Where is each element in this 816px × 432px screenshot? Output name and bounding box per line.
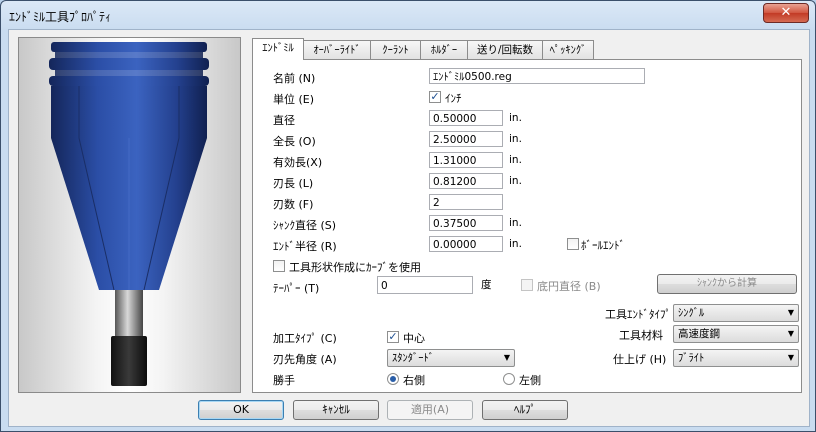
flute-length-label: 刃長 (L) [273,177,314,190]
shank-diameter-label: ｼｬﾝｸ直径 (S) [273,219,337,232]
window-title: ｴﾝﾄﾞﾐﾙ工具ﾌﾟﾛﾊﾟﾃｨ [9,10,112,24]
tab-feeds-speeds[interactable]: 送り/回転数 [467,40,543,59]
tool-preview [18,37,241,393]
endmill-illustration [49,42,209,386]
end-radius-unit: in. [509,238,522,250]
right-hand-label: 右側 [403,374,425,387]
end-type-select[interactable]: ｼﾝｸﾞﾙ ▼ [673,304,799,322]
name-input[interactable]: ｴﾝﾄﾞﾐﾙ0500.reg [429,68,645,84]
dialog-client: ｴﾝﾄﾞﾐﾙ ｵｰﾊﾞｰﾗｲﾄﾞ ｸｰﾗﾝﾄ ﾎﾙﾀﾞｰ 送り/回転数 ﾍﾟｯｷ… [8,29,810,427]
tab-coolant[interactable]: ｸｰﾗﾝﾄ [370,40,421,59]
chevron-down-icon: ▼ [503,353,510,362]
material-label: 工具材料 [619,329,663,342]
bottom-diameter-checkbox[interactable] [521,279,533,291]
ball-end-label: ﾎﾞｰﾙｴﾝﾄﾞ [581,239,625,252]
shank-diameter-input[interactable]: 0.37500 [429,215,503,231]
left-hand-radio[interactable] [503,373,515,385]
overall-length-unit: in. [509,133,522,145]
flute-length-unit: in. [509,175,522,187]
overall-length-input[interactable]: 2.50000 [429,131,503,147]
taper-unit: 度 [481,279,492,291]
diameter-unit: in. [509,112,522,124]
flute-length-input[interactable]: 0.81200 [429,173,503,189]
chevron-down-icon: ▼ [787,353,794,362]
center-checkbox[interactable]: ✓ [387,331,399,343]
tab-override[interactable]: ｵｰﾊﾞｰﾗｲﾄﾞ [303,40,371,59]
effective-length-label: 有効長(X) [273,156,323,169]
chevron-down-icon: ▼ [787,329,794,338]
left-hand-label: 左側 [519,374,541,387]
tab-endmill[interactable]: ｴﾝﾄﾞﾐﾙ [252,38,304,60]
flutes-label: 刃数 (F) [273,198,314,211]
name-label: 名前 (N) [273,72,316,85]
hand-label: 勝手 [273,374,295,387]
right-hand-radio[interactable] [387,373,399,385]
apply-button[interactable]: 適用(A) [387,400,473,420]
chevron-down-icon: ▼ [787,308,794,317]
ball-end-checkbox[interactable] [567,238,579,250]
finish-label: 仕上げ (H) [613,353,667,366]
point-angle-value: ｽﾀﾝﾀﾞｰﾄﾞ [392,352,434,364]
end-radius-label: ｴﾝﾄﾞ半径 (R) [273,240,337,253]
tab-pecking[interactable]: ﾍﾟｯｷﾝｸﾞ [542,40,594,59]
overall-length-label: 全長 (O) [273,135,316,148]
inch-checkbox-label: ｲﾝﾁ [445,92,462,105]
material-select[interactable]: 高速度鋼 ▼ [673,325,799,343]
use-curve-checkbox[interactable] [273,260,285,272]
diameter-label: 直径 [273,114,295,127]
bottom-diameter-label: 底円直径 (B) [537,280,601,293]
effective-length-unit: in. [509,154,522,166]
diameter-input[interactable]: 0.50000 [429,110,503,126]
inch-checkbox[interactable]: ✓ [429,91,441,103]
point-angle-select[interactable]: ｽﾀﾝﾀﾞｰﾄﾞ ▼ [387,349,515,367]
shank-diameter-unit: in. [509,217,522,229]
effective-length-input[interactable]: 1.31000 [429,152,503,168]
help-button[interactable]: ﾍﾙﾌﾟ [482,400,568,420]
flutes-input[interactable]: 2 [429,194,503,210]
point-angle-label: 刃先角度 (A) [273,353,337,366]
unit-label: 単位 (E) [273,93,315,106]
finish-select[interactable]: ﾌﾞﾗｲﾄ ▼ [673,349,799,367]
title-bar[interactable]: ｴﾝﾄﾞﾐﾙ工具ﾌﾟﾛﾊﾟﾃｨ ✕ [1,1,815,29]
calc-from-shank-button[interactable]: ｼｬﾝｸから計算 [657,274,797,294]
end-type-value: ｼﾝｸﾞﾙ [678,307,705,319]
center-checkbox-label: 中心 [403,332,425,345]
finish-value: ﾌﾞﾗｲﾄ [678,352,705,364]
tab-holder[interactable]: ﾎﾙﾀﾞｰ [420,40,468,59]
close-button[interactable]: ✕ [763,3,809,23]
use-curve-label: 工具形状作成にｶｰﾌﾞを使用 [289,261,421,274]
ok-button[interactable]: OK [198,400,284,420]
taper-input[interactable]: 0 [377,276,473,294]
endmill-tab-panel: 名前 (N) ｴﾝﾄﾞﾐﾙ0500.reg 単位 (E) ✓ ｲﾝﾁ 直径 0.… [252,59,802,393]
machining-type-label: 加工ﾀｲﾌﾟ (C) [273,332,337,345]
cancel-button[interactable]: ｷｬﾝｾﾙ [293,400,379,420]
end-radius-input[interactable]: 0.00000 [429,236,503,252]
material-value: 高速度鋼 [678,328,720,340]
taper-label: ﾃｰﾊﾟｰ (T) [273,282,320,295]
tool-properties-dialog: ｴﾝﾄﾞﾐﾙ工具ﾌﾟﾛﾊﾟﾃｨ ✕ ｴﾝﾄﾞﾐﾙ ｵｰﾊﾞｰﾗｲﾄﾞ ｸｰﾗﾝﾄ… [0,0,816,432]
